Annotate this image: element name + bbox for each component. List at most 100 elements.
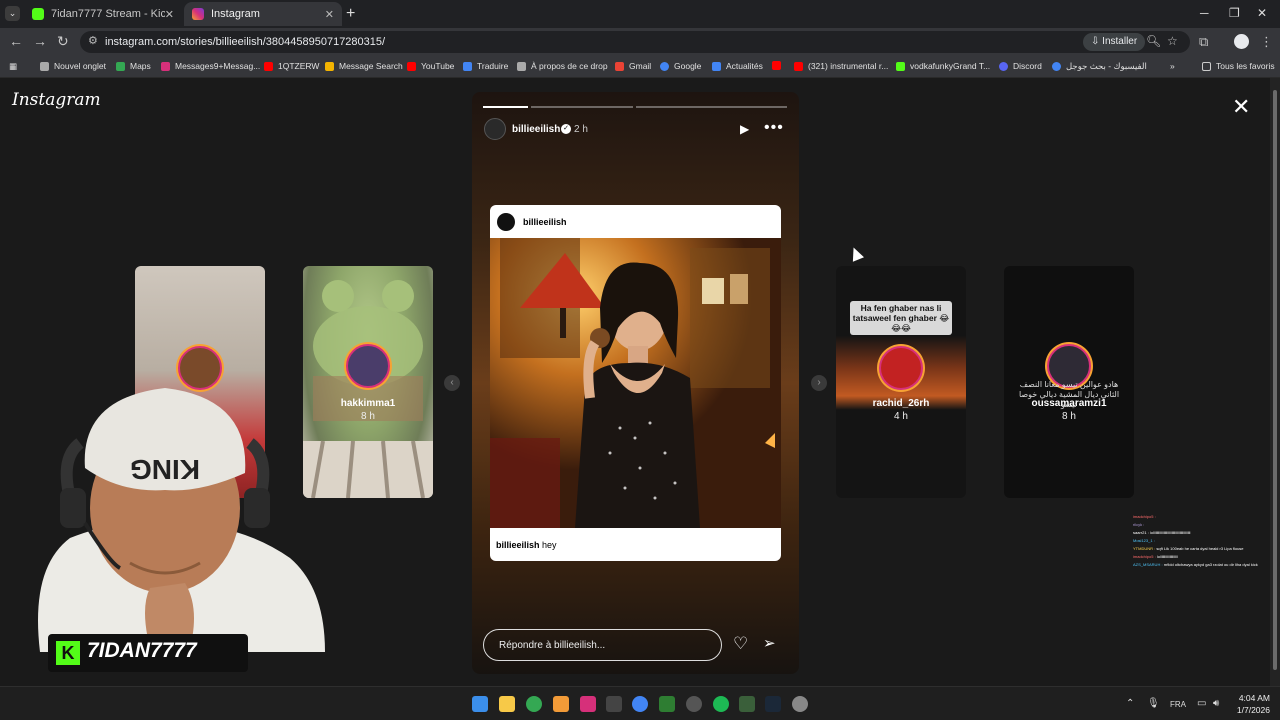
new-tab-button[interactable]: + (346, 5, 355, 23)
app-icon[interactable] (580, 696, 596, 712)
story-card[interactable]: Ha fen ghaber nas li tatsaweel fen ghabe… (836, 266, 966, 498)
app-icon[interactable] (659, 696, 675, 712)
url-text[interactable]: instagram.com/stories/billieeilish/38044… (105, 36, 385, 48)
story-username: rachid_26rh (872, 398, 930, 409)
close-tab-icon[interactable]: ✕ (325, 8, 334, 21)
apps-grid-icon[interactable]: ▦ (9, 61, 17, 72)
obs-icon[interactable] (686, 696, 702, 712)
reply-input[interactable]: Répondre à billieeilish... (483, 629, 722, 661)
post-caption: billieeilish hey (496, 540, 557, 550)
address-bar[interactable]: ⚙ instagram.com/stories/billieeilish/380… (80, 31, 1190, 53)
volume-icon[interactable]: 🔊︎ (1213, 698, 1219, 709)
send-direct-icon[interactable]: ➢ (763, 634, 776, 652)
chrome-icon[interactable] (526, 696, 542, 712)
bookmark-item[interactable]: Maps (116, 61, 151, 71)
story-time: 4 h (894, 411, 908, 422)
profile-avatar[interactable] (1234, 34, 1249, 49)
start-menu-icon[interactable] (472, 696, 488, 712)
bookmark-item[interactable]: Nouvel onglet (40, 61, 106, 71)
chat-user: saarr21 : (1133, 530, 1149, 535)
bookmark-item[interactable]: Discord (999, 61, 1042, 71)
story-card[interactable]: هادو عوالين تيسو معانا النصف الثاني ديال… (1004, 266, 1134, 498)
extensions-icon[interactable]: ⧉ (1199, 34, 1208, 50)
post-author-name[interactable]: billieeilish (523, 217, 567, 227)
chrome-active-icon[interactable] (632, 696, 648, 712)
page-scrollbar[interactable] (1270, 78, 1280, 686)
stream-chat-overlay: imadchipo5 : rilcyk : saarr21 : lollllll… (1133, 513, 1273, 569)
next-story-icon[interactable]: › (811, 375, 827, 391)
story-avatar (346, 344, 390, 388)
close-tab-icon[interactable]: ✕ (165, 8, 174, 21)
app-icon[interactable] (553, 696, 569, 712)
shared-post-card[interactable]: billieeilish billieeilish hey (490, 205, 781, 561)
bookmark-label: YouTube (421, 61, 455, 71)
tray-overflow-icon[interactable]: ⌃ (1126, 698, 1134, 709)
forward-icon[interactable]: → (33, 33, 47, 49)
microphone-icon[interactable]: 🎙︎ (1147, 698, 1160, 709)
network-icon[interactable]: ▭ (1197, 698, 1206, 709)
bookmark-label: (321) instrumental r... (808, 61, 889, 71)
minimize-icon[interactable]: ─ (1200, 6, 1209, 20)
instagram-logo[interactable]: Instagram (12, 90, 101, 110)
clock-date: 1/7/2026 (1236, 705, 1270, 715)
clock[interactable]: 4:04 AM 1/7/2026 (1220, 692, 1270, 716)
reload-icon[interactable]: ↻ (57, 33, 69, 50)
tab-instagram[interactable]: Instagram ✕ (184, 2, 342, 26)
like-heart-icon[interactable]: ♡ (733, 634, 748, 654)
kick-logo-icon: K (56, 641, 80, 665)
bookmark-label: Maps (130, 61, 151, 71)
spotify-icon[interactable] (713, 696, 729, 712)
bookmark-item[interactable]: vodkafunkyGrand T... (896, 61, 990, 71)
back-icon[interactable]: ← (9, 33, 23, 49)
steam-icon[interactable] (765, 696, 781, 712)
play-icon[interactable]: ▶ (740, 122, 749, 136)
settings-icon[interactable] (792, 696, 808, 712)
app-icon[interactable] (739, 696, 755, 712)
tab-search-button[interactable]: ⌄ (5, 6, 20, 21)
translate-icon (463, 61, 472, 71)
bookmark-item[interactable]: (321) instrumental r... (794, 61, 888, 71)
bookmark-item[interactable]: À propos de ce drop (517, 61, 608, 71)
file-explorer-icon[interactable] (499, 696, 515, 712)
bookmark-item[interactable]: Traduire (463, 61, 508, 71)
language-indicator[interactable]: FRA (1170, 700, 1186, 709)
bookmarks-overflow-icon[interactable]: » (1170, 61, 1175, 71)
bookmark-item[interactable]: Google (660, 61, 701, 71)
bookmark-item[interactable]: Gmail (615, 61, 651, 71)
bookmark-item[interactable]: الفيسبوك - بحث جوجل (1052, 61, 1147, 72)
story-author-name[interactable]: billieeilish (512, 124, 560, 135)
bookmark-star-icon[interactable]: ☆ (1167, 34, 1178, 48)
bookmark-item[interactable]: Message Search (325, 61, 403, 71)
youtube-icon (772, 61, 781, 70)
reply-placeholder: Répondre à billieeilish... (499, 640, 606, 651)
browser-toolbar: ← → ↻ ⚙ instagram.com/stories/billieeili… (0, 28, 1280, 56)
hat-text: KING (130, 454, 200, 485)
chat-user: imadchipo5 : (1133, 514, 1156, 519)
install-label: Installer (1102, 36, 1138, 47)
story-author-avatar[interactable] (484, 118, 506, 140)
menu-icon[interactable]: ⋮ (1260, 34, 1273, 50)
bookmark-item[interactable]: YouTube (407, 61, 454, 71)
chat-text: lollllllllllllllllllll (1156, 554, 1178, 559)
active-story[interactable]: billieeilish ✓ 2 h ▶ ••• billieeilish bi… (472, 92, 799, 674)
bookmark-item[interactable] (772, 61, 786, 70)
bookmark-item[interactable]: Messages9+Messag... (161, 61, 260, 71)
caption-username[interactable]: billieeilish (496, 540, 540, 550)
app-icon[interactable] (606, 696, 622, 712)
previous-story-icon[interactable]: ‹ (444, 375, 460, 391)
more-options-icon[interactable]: ••• (764, 119, 784, 137)
close-stories-icon[interactable]: ✕ (1232, 94, 1250, 120)
tab-kick-dashboard[interactable]: 7idan7777 Stream - Kick Dashb ✕ (24, 2, 182, 26)
site-info-icon[interactable]: ⚙ (88, 34, 98, 47)
bookmark-label: vodkafunkyGrand T... (910, 61, 991, 71)
bookmark-item[interactable]: 1QTZERW (264, 61, 319, 71)
install-app-button[interactable]: ⇩ Installer (1083, 33, 1146, 51)
close-window-icon[interactable]: ✕ (1257, 6, 1267, 20)
bookmark-item[interactable]: Actualités (712, 61, 763, 71)
scrollbar-thumb[interactable] (1273, 90, 1277, 670)
story-progress-segment (636, 106, 787, 108)
zoom-icon[interactable]: 🔍︎ (1146, 34, 1161, 48)
chat-user: AZS_MSARUH : (1133, 562, 1163, 567)
all-bookmarks-button[interactable]: Tous les favoris (1202, 61, 1275, 71)
restore-icon[interactable]: ❐ (1229, 6, 1240, 20)
